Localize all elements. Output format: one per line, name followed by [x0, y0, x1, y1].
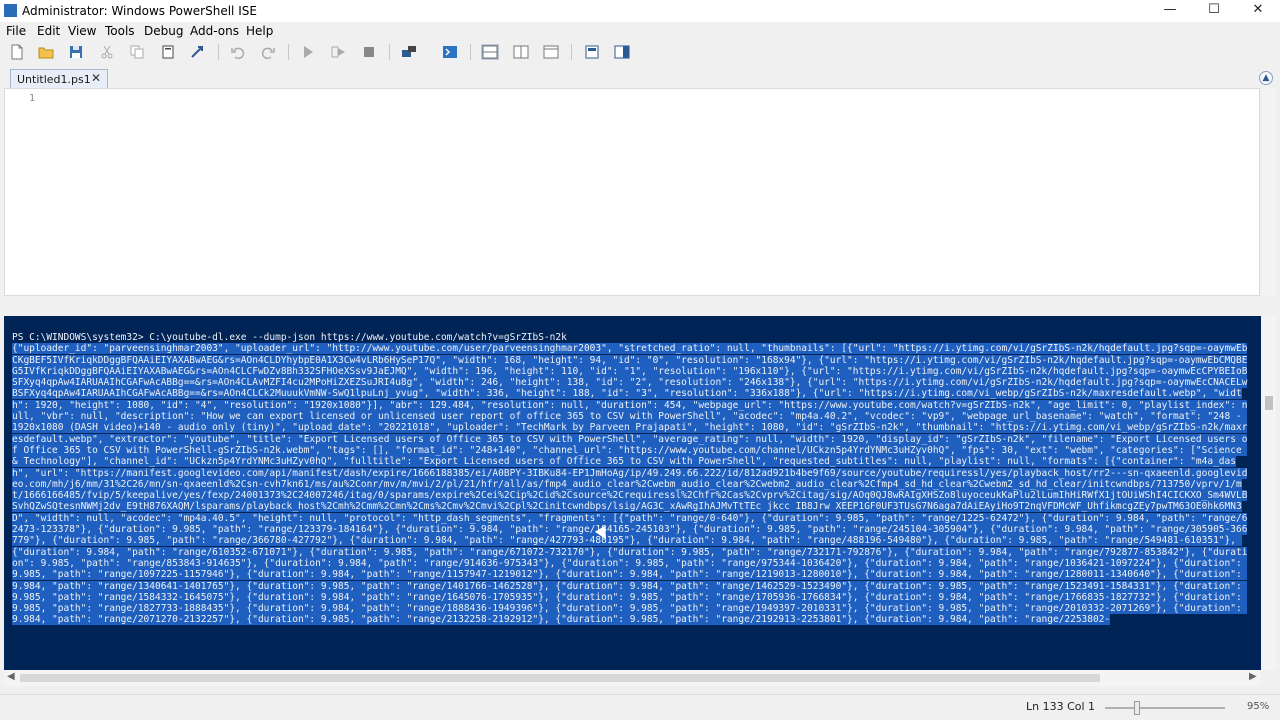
- tab-label: Untitled1.ps1: [17, 73, 91, 86]
- menu-add-ons[interactable]: Add-ons: [190, 24, 239, 38]
- script-editor[interactable]: 1: [4, 88, 1260, 296]
- layout-max-icon[interactable]: [542, 43, 560, 61]
- toolbar-separator: [470, 44, 471, 60]
- menu-tools[interactable]: Tools: [105, 24, 135, 38]
- stop-icon[interactable]: [360, 43, 378, 61]
- console-pane[interactable]: PS C:\WINDOWS\system32> C:\youtube-dl.ex…: [4, 316, 1261, 670]
- clear-console-icon[interactable]: [159, 43, 177, 61]
- copy-icon[interactable]: [128, 43, 146, 61]
- pane-splitter[interactable]: [0, 296, 1280, 314]
- window-title: Administrator: Windows PowerShell ISE: [22, 4, 257, 18]
- layout-top-icon[interactable]: [481, 43, 499, 61]
- cut-icon[interactable]: [98, 43, 116, 61]
- save-icon[interactable]: [67, 43, 85, 61]
- console-scrollbar-thumb[interactable]: [1265, 396, 1273, 410]
- toolbar-separator: [288, 44, 289, 60]
- scroll-right-icon[interactable]: ▶: [1249, 671, 1257, 682]
- toolbar: [0, 40, 1280, 64]
- powershell-ise-icon: [4, 4, 17, 17]
- toolbar-separator: [389, 44, 390, 60]
- new-file-icon[interactable]: [8, 43, 26, 61]
- zoom-slider-track[interactable]: [1105, 707, 1225, 709]
- menu-file[interactable]: File: [6, 24, 26, 38]
- collapse-script-pane-icon[interactable]: ▲: [1259, 71, 1273, 85]
- editor-scrollbar[interactable]: [1262, 88, 1276, 296]
- console-text: PS C:\WINDOWS\system32> C:\youtube-dl.ex…: [12, 332, 1252, 626]
- menu-view[interactable]: View: [68, 24, 96, 38]
- menu-debug[interactable]: Debug: [144, 24, 183, 38]
- zoom-slider-thumb[interactable]: [1134, 701, 1140, 715]
- console-scrollbar[interactable]: [1262, 316, 1276, 670]
- close-tab-icon[interactable]: ✕: [91, 71, 101, 85]
- redo-icon[interactable]: [259, 43, 277, 61]
- menu-edit[interactable]: Edit: [37, 24, 60, 38]
- console-horizontal-scrollbar[interactable]: ◀ ▶: [4, 670, 1261, 686]
- run-script-prompt-icon[interactable]: [189, 43, 207, 61]
- console-prompt-line: PS C:\WINDOWS\system32> C:\youtube-dl.ex…: [12, 332, 567, 343]
- start-powershell-icon[interactable]: [441, 43, 459, 61]
- script-tab-strip: Untitled1.ps1 ✕: [0, 66, 1280, 88]
- status-bar: Ln 133 Col 1 95%: [0, 694, 1280, 720]
- maximize-button[interactable]: ☐: [1192, 0, 1236, 22]
- tab-untitled1[interactable]: Untitled1.ps1 ✕: [10, 69, 108, 88]
- remote-powershell-icon[interactable]: [400, 43, 418, 61]
- layout-right-icon[interactable]: [512, 43, 530, 61]
- open-folder-icon[interactable]: [37, 43, 55, 61]
- show-commands-pane-icon[interactable]: [613, 43, 631, 61]
- close-window-button[interactable]: ✕: [1236, 0, 1280, 22]
- horizontal-scrollbar-thumb[interactable]: [20, 674, 1100, 682]
- line-number: 1: [29, 93, 36, 104]
- cursor-position: Ln 133 Col 1: [1026, 700, 1096, 713]
- show-commands-icon[interactable]: [583, 43, 601, 61]
- minimize-button[interactable]: —: [1148, 0, 1192, 22]
- toolbar-separator: [218, 44, 219, 60]
- menu-bar: File Edit View Tools Debug Add-ons Help: [0, 22, 1280, 40]
- console-json-output: {"uploader_id": "parveensinghmar2003", "…: [12, 343, 1248, 626]
- scroll-left-icon[interactable]: ◀: [7, 671, 15, 682]
- toolbar-separator: [571, 44, 572, 60]
- zoom-level: 95%: [1247, 701, 1270, 712]
- run-icon[interactable]: [299, 43, 317, 61]
- title-bar: Administrator: Windows PowerShell ISE — …: [0, 0, 1280, 22]
- run-selection-icon[interactable]: [329, 43, 347, 61]
- undo-icon[interactable]: [229, 43, 247, 61]
- menu-help[interactable]: Help: [246, 24, 273, 38]
